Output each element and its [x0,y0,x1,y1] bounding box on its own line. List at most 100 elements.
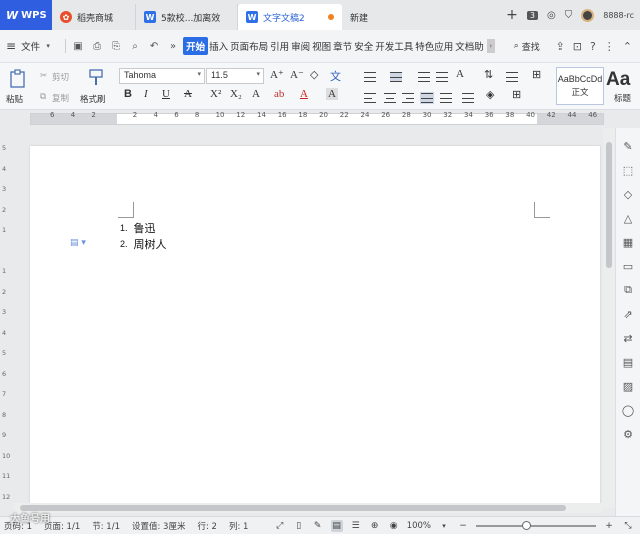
style-heading-label[interactable]: 标题 [614,92,631,104]
eye-protect-icon[interactable]: ◉ [388,520,400,532]
chevron-right-icon[interactable]: › [486,39,495,53]
superscript-icon[interactable]: X² [210,88,221,100]
subscript-icon[interactable]: X₂ [230,88,242,100]
document-icon[interactable]: ▭ [620,258,636,274]
archive-icon[interactable]: ▤ [620,354,636,370]
decrease-indent-icon[interactable] [418,72,430,82]
menu-home[interactable]: 开始 [183,37,209,55]
case-change-icon[interactable]: A [456,68,464,80]
more-vertical-icon[interactable]: ⋮ [604,40,615,53]
chat-icon[interactable]: ◯ [620,402,636,418]
select-icon[interactable]: ⬚ [620,162,636,178]
window-count-badge[interactable]: 3 [526,10,538,20]
zoom-slider[interactable] [476,520,596,530]
vertical-scrollbar[interactable] [603,128,615,508]
menu-security[interactable]: 安全 [353,37,374,55]
char-shading-icon[interactable]: A [326,88,338,100]
underline-icon[interactable]: U [162,88,170,100]
more-icon[interactable]: » [166,39,180,53]
tab-new[interactable]: 新建 [342,4,446,30]
clear-format-icon[interactable]: ◇ [310,68,318,81]
wps-home-button[interactable]: W WPS [0,0,52,30]
font-size-select[interactable]: 11.5 ▾ [206,68,264,84]
save-icon[interactable]: ▣ [71,39,85,53]
table-icon[interactable]: ▦ [620,234,636,250]
increase-indent-icon[interactable] [436,72,448,82]
translate-icon[interactable]: ⇄ [620,330,636,346]
fit-page-icon[interactable]: ⤡ [622,520,634,532]
edit-mode-icon[interactable]: ✎ [312,520,324,532]
user-name[interactable]: 8888-rc [603,11,634,20]
font-color-icon[interactable]: A [300,88,308,100]
strikethrough-icon[interactable]: A [184,88,192,100]
skin-icon[interactable]: ◎ [547,10,556,21]
reading-mode-icon[interactable]: ▯ [293,520,305,532]
tab-document-active[interactable]: W 文字文稿2 [238,4,342,30]
zoom-slider-knob[interactable] [522,520,531,530]
menu-review[interactable]: 审阅 [290,37,311,55]
help-icon[interactable]: ? [590,40,596,53]
list-item[interactable]: 2. 周树人 [120,236,167,252]
scrollbar-thumb[interactable] [606,142,612,268]
export-pdf-icon[interactable]: ⎙ [90,39,104,53]
format-painter-icon[interactable] [86,68,106,88]
menu-doc-assistant[interactable]: 文档助 [454,37,485,55]
numbered-list-icon[interactable] [390,72,402,82]
list-text[interactable]: 周树人 [134,236,167,252]
shape-icon[interactable]: ◇ [620,186,636,202]
horizontal-scrollbar[interactable] [14,503,603,513]
list-text[interactable]: 鲁迅 [134,220,156,236]
horizontal-ruler[interactable]: 6 4 2 2 4 6 8 10 12 14 16 18 20 22 24 26 28 30 32 34 36 38 40 4… [0,110,640,128]
borders-icon[interactable]: ⊞ [512,88,521,101]
shrink-font-icon[interactable]: A⁻ [290,68,304,81]
fullscreen-icon[interactable]: ⤢ [274,520,286,532]
copy-button[interactable]: 复制 [52,92,69,104]
menu-references[interactable]: 引用 [269,37,290,55]
vertical-ruler[interactable]: 5 4 3 2 1 1 2 3 4 5 6 7 8 9 10 11 12 [0,128,14,508]
undo-icon[interactable]: ↶ [147,39,161,53]
web-view-icon[interactable]: ⊕ [369,520,381,532]
new-tab-icon[interactable]: + [506,7,518,23]
sort-icon[interactable]: ⇅ [484,68,493,81]
page-view-icon[interactable]: ▤ [330,519,343,532]
tab-docer-store[interactable]: ✿ 稻壳商城 [52,4,136,30]
align-justify-icon[interactable] [420,92,434,104]
phonetic-icon[interactable]: 文 [330,68,341,84]
zoom-level[interactable]: 100% [407,521,431,531]
format-painter-button[interactable]: 格式刷 [80,93,106,105]
paste-icon[interactable] [8,69,28,89]
menu-view[interactable]: 视图 [311,37,332,55]
shirt-icon[interactable]: ⛉ [565,10,573,21]
setting-value[interactable]: 设置值: 3厘米 [132,520,185,532]
style-heading-sample[interactable]: Aa [606,69,630,91]
print-preview-icon[interactable]: ⌕ [128,39,142,53]
scrollbar-thumb[interactable] [20,505,566,511]
collapse-ribbon-icon[interactable]: ⌃ [623,40,632,53]
pen-icon[interactable]: ✎ [620,138,636,154]
table-border-icon[interactable]: ⊞ [532,68,541,81]
menu-features[interactable]: 特色应用 [414,37,454,55]
list-item[interactable]: 1. 鲁迅 [120,220,167,236]
menu-layout[interactable]: 页面布局 [229,37,269,55]
menu-file[interactable]: 文件 [20,37,41,55]
grow-font-icon[interactable]: A⁺ [270,68,284,81]
bold-icon[interactable]: B [124,88,132,100]
paste-button[interactable]: 粘贴 [6,93,23,105]
numbered-list[interactable]: 1. 鲁迅 2. 周树人 [120,220,167,252]
align-right-icon[interactable] [402,93,414,103]
backup-icon[interactable]: ⧉ [620,282,636,298]
tab-document-1[interactable]: W 5款校...加离效 [136,4,238,30]
outline-view-icon[interactable]: ☰ [350,520,362,532]
avatar[interactable] [581,8,595,22]
ink-icon[interactable]: △ [620,210,636,226]
menu-chapter[interactable]: 章节 [332,37,353,55]
menu-developer[interactable]: 开发工具 [374,37,414,55]
image-icon[interactable]: ▨ [620,378,636,394]
print-icon[interactable]: ⎘ [109,39,123,53]
align-center-icon[interactable] [384,93,396,103]
font-name-select[interactable]: Tahoma ▾ [119,68,205,84]
document-page[interactable]: ▤ ▾ 1. 鲁迅 2. 周树人 [30,146,600,508]
column-indicator[interactable]: 列: 1 [229,520,248,532]
zoom-out-icon[interactable]: − [457,520,469,532]
zoom-in-icon[interactable]: + [603,520,615,532]
